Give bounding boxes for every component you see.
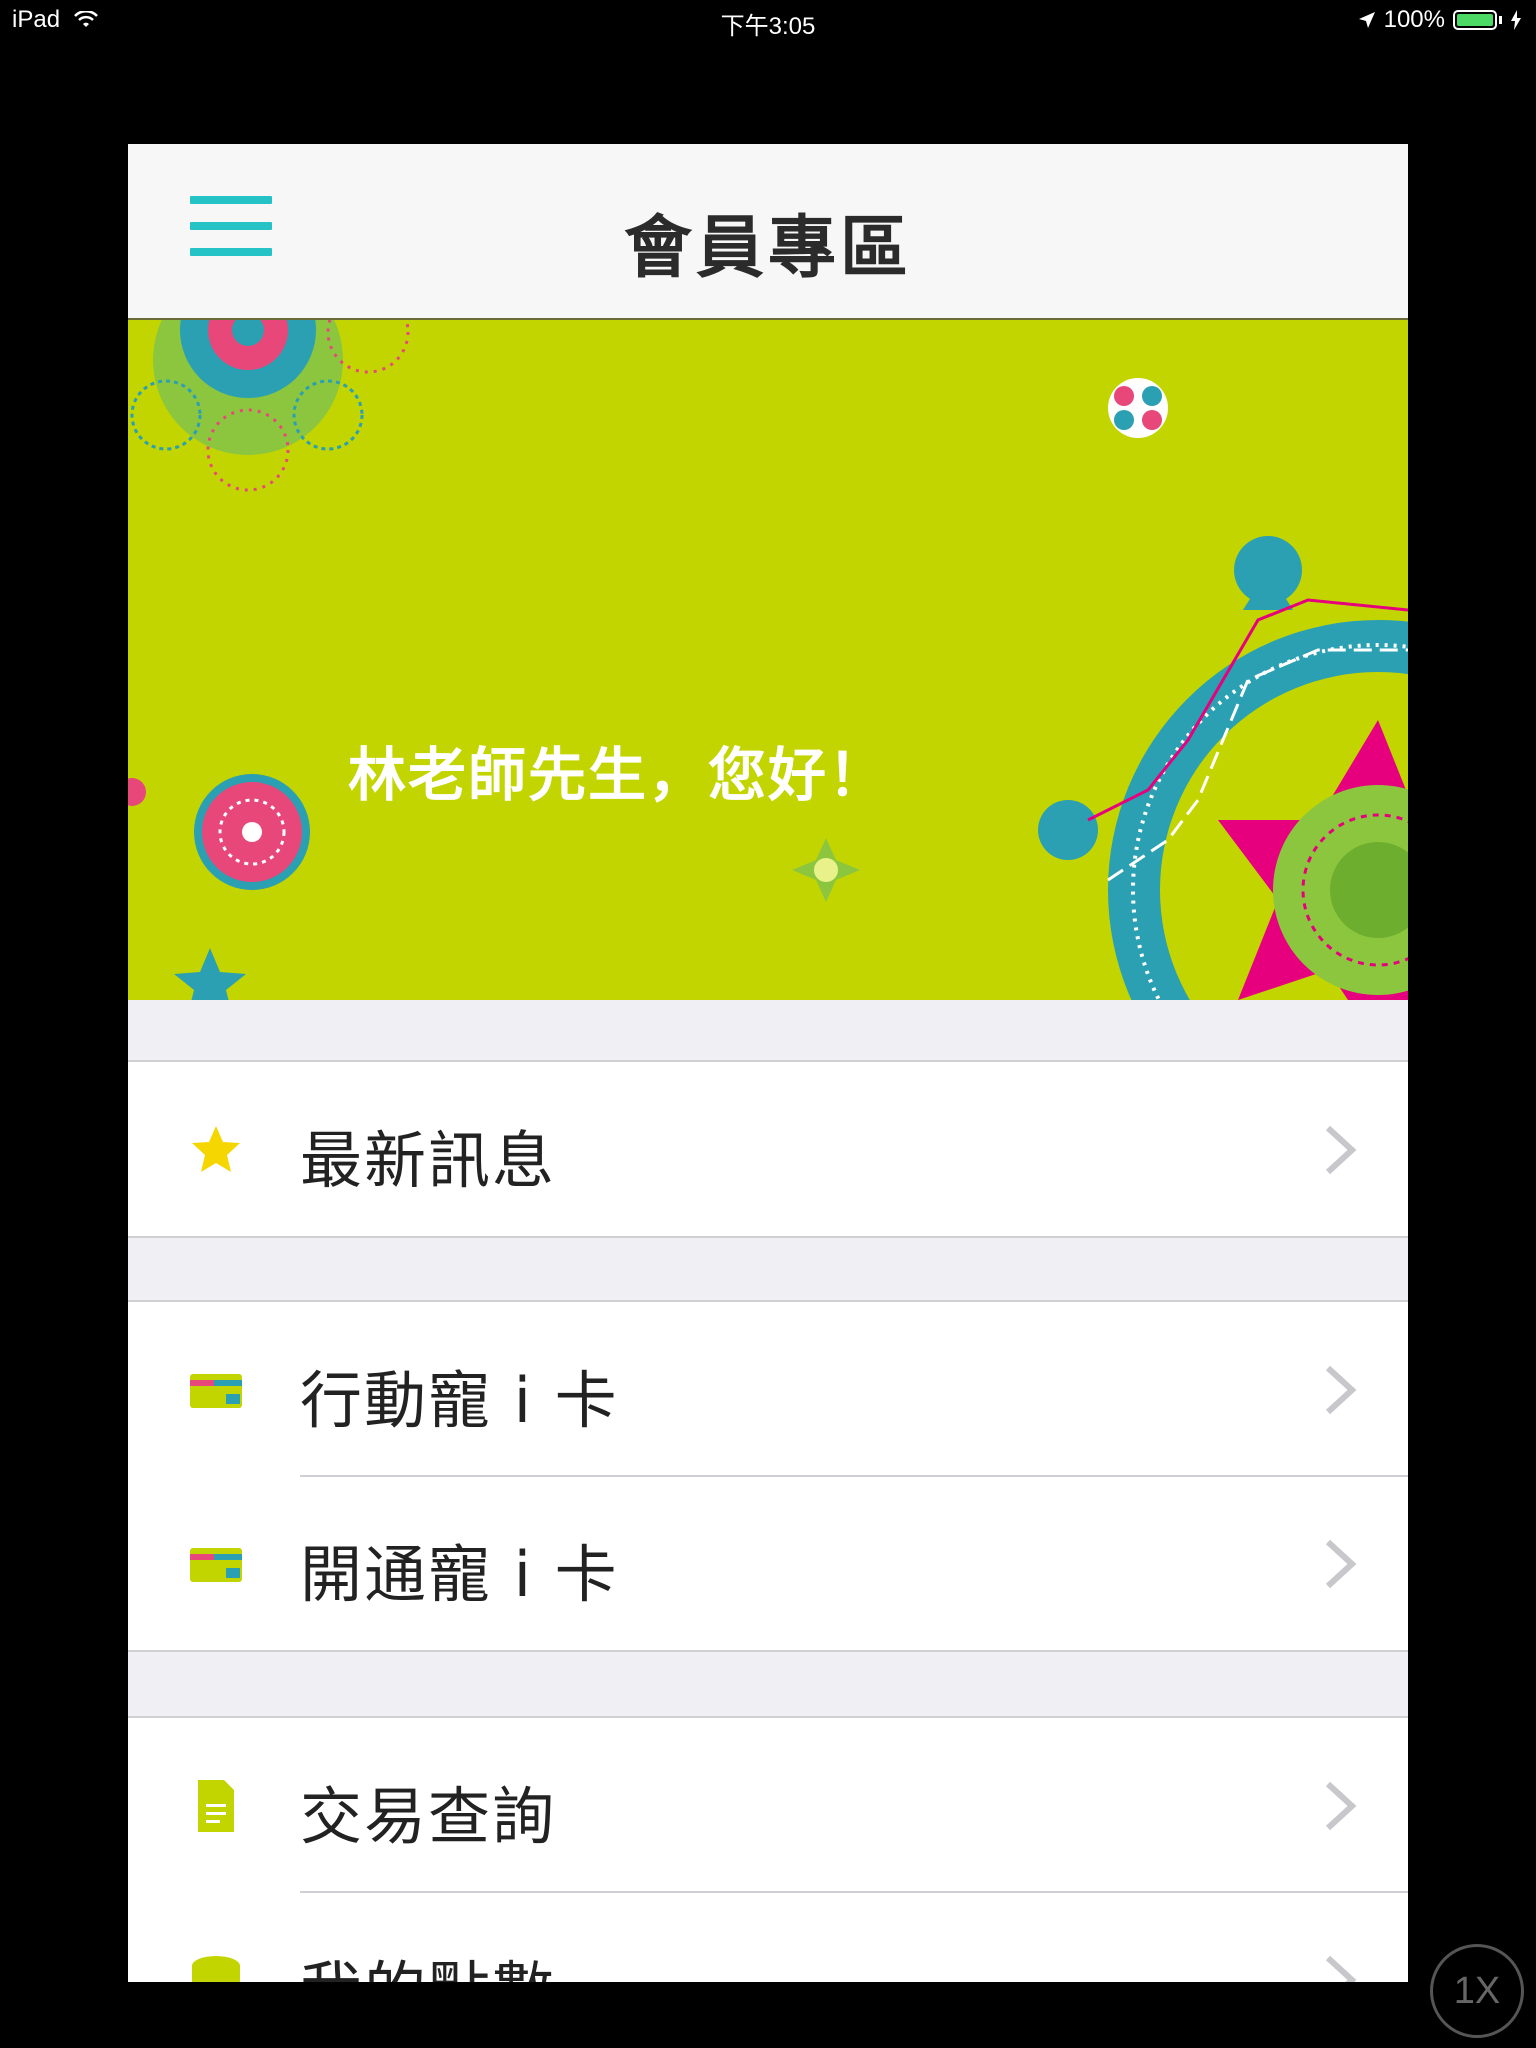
menu-item-label: 最新訊息	[300, 1124, 557, 1197]
menu-item-label: 行動寵 i 卡	[300, 1364, 619, 1437]
menu-item-label: 開通寵 i 卡	[300, 1538, 619, 1611]
battery-level	[1457, 14, 1493, 26]
location-arrow-icon	[1358, 12, 1375, 28]
app-window: 會員專區 林老師先生，您好！ 最新訊息 行動寵 i 卡 開通寵 i 卡 交易查詢	[128, 144, 1408, 1982]
card-icon	[190, 1374, 242, 1408]
chevron-right-icon	[1325, 1125, 1357, 1175]
charging-bolt-icon	[1511, 10, 1521, 30]
menu-group-news: 最新訊息	[128, 1060, 1408, 1238]
flower-decoration-small	[1108, 378, 1168, 438]
navigation-bar: 會員專區	[128, 144, 1408, 320]
menu-item-label: 我的點數	[300, 1940, 556, 1982]
coins-icon	[192, 1956, 240, 1982]
status-time: 下午3:05	[720, 13, 816, 40]
menu-item-label: 交易查詢	[300, 1780, 557, 1853]
welcome-banner: 林老師先生，您好！	[128, 320, 1408, 1000]
page-title: 會員專區	[623, 209, 912, 288]
flower-decoration-teal	[174, 948, 246, 1000]
battery-percent: 100%	[1383, 6, 1445, 33]
chevron-right-icon	[1325, 1955, 1357, 1982]
star-icon	[192, 1126, 240, 1172]
menu-item-activate-card[interactable]: 開通寵 i 卡	[128, 1475, 1408, 1650]
chevron-right-icon	[1325, 1539, 1357, 1589]
document-icon	[198, 1780, 234, 1832]
menu-item-my-points[interactable]: 我的點數	[128, 1891, 1408, 1982]
menu-group-cards: 行動寵 i 卡 開通寵 i 卡	[128, 1300, 1408, 1652]
banner-decoration	[128, 320, 1408, 1000]
chevron-right-icon	[1325, 1781, 1357, 1831]
status-bar: iPad 下午3:05 100%	[0, 0, 1536, 40]
menu-group-account: 交易查詢 我的點數	[128, 1716, 1408, 1982]
chevron-right-icon	[1325, 1365, 1357, 1415]
zoom-button[interactable]: 1X	[1430, 1944, 1524, 2038]
menu-item-latest-news[interactable]: 最新訊息	[128, 1062, 1408, 1236]
battery-tip	[1499, 16, 1502, 24]
menu-item-transactions[interactable]: 交易查詢	[128, 1718, 1408, 1892]
card-icon	[190, 1548, 242, 1582]
greeting-text: 林老師先生，您好！	[347, 741, 888, 809]
flower-decoration-green	[792, 838, 860, 902]
battery-icon	[1453, 10, 1497, 30]
menu-item-mobile-card[interactable]: 行動寵 i 卡	[128, 1302, 1408, 1476]
flower-decoration-top-left	[130, 320, 410, 492]
